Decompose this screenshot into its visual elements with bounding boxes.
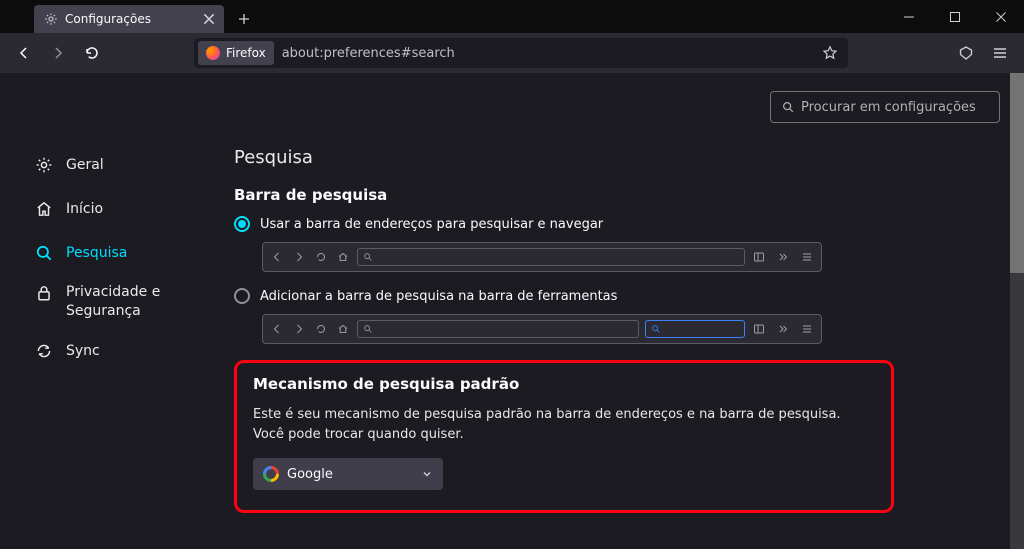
sidebar-item-search[interactable]: Pesquisa [28, 233, 198, 273]
default-engine-desc: Este é seu mecanismo de pesquisa padrão … [253, 405, 853, 444]
sidebar-icon [751, 321, 767, 337]
minimize-button[interactable] [886, 0, 932, 33]
sidebar-item-home[interactable]: Início [28, 189, 198, 229]
nav-toolbar: Firefox about:preferences#search [0, 33, 1024, 73]
urlbar-preview-url [357, 320, 639, 338]
forward-icon [291, 321, 307, 337]
sidebar-item-label: Geral [66, 157, 104, 173]
close-window-button[interactable] [978, 0, 1024, 33]
radio-icon [234, 288, 250, 304]
search-icon [781, 100, 795, 114]
searchbar-preview [262, 314, 822, 344]
radio-label: Usar a barra de endereços para pesquisar… [260, 217, 603, 232]
home-icon [335, 249, 351, 265]
radio-use-urlbar[interactable]: Usar a barra de endereços para pesquisar… [234, 216, 1000, 232]
default-engine-title: Mecanismo de pesquisa padrão [253, 375, 875, 393]
back-icon [269, 249, 285, 265]
default-engine-dropdown[interactable]: Google [253, 458, 443, 490]
pocket-icon[interactable] [950, 37, 982, 69]
url-bar[interactable]: Firefox about:preferences#search [194, 38, 848, 68]
page-title: Pesquisa [234, 147, 1000, 168]
forward-button[interactable] [42, 37, 74, 69]
forward-icon [291, 249, 307, 265]
search-placeholder: Procurar em configurações [801, 100, 976, 115]
identity-label: Firefox [226, 46, 266, 60]
titlebar: Configurações [0, 0, 1024, 33]
gear-icon [44, 12, 58, 26]
sidebar-item-general[interactable]: Geral [28, 145, 198, 185]
new-tab-button[interactable] [230, 5, 258, 33]
radio-label: Adicionar a barra de pesquisa na barra d… [260, 289, 617, 304]
sidebar-item-privacy[interactable]: Privacidade e Segurança [28, 277, 198, 327]
default-engine-section: Mecanismo de pesquisa padrão Este é seu … [234, 360, 894, 513]
gear-icon [34, 155, 54, 175]
home-icon [335, 321, 351, 337]
sidebar-icon [751, 249, 767, 265]
search-icon [363, 252, 373, 262]
menu-button[interactable] [984, 37, 1016, 69]
scrollbar-thumb[interactable] [1010, 73, 1024, 273]
urlbar-preview [262, 242, 822, 272]
search-icon [363, 324, 373, 334]
preferences-main: Procurar em configurações Pesquisa Barra… [210, 73, 1024, 549]
radio-icon [234, 216, 250, 232]
chevron-down-icon [421, 468, 433, 480]
sidebar-item-label: Pesquisa [66, 245, 127, 261]
sidebar-item-label: Início [66, 201, 103, 217]
dropdown-value: Google [287, 467, 333, 482]
chevrons-icon [775, 321, 791, 337]
chevrons-icon [775, 249, 791, 265]
tab-title: Configurações [65, 12, 195, 26]
firefox-logo-icon [206, 46, 220, 60]
maximize-button[interactable] [932, 0, 978, 33]
google-logo-icon [263, 466, 279, 482]
preferences-sidebar: Geral Início Pesquisa Privacidade e Segu… [0, 73, 210, 549]
searchbar-section-title: Barra de pesquisa [234, 186, 1000, 204]
sync-icon [34, 341, 54, 361]
menu-icon [799, 321, 815, 337]
reload-button[interactable] [76, 37, 108, 69]
window-controls [886, 0, 1024, 33]
scrollbar-vertical[interactable] [1010, 73, 1024, 549]
sidebar-item-label: Privacidade e Segurança [66, 283, 160, 321]
radio-add-searchbar[interactable]: Adicionar a barra de pesquisa na barra d… [234, 288, 1000, 304]
lock-icon [34, 283, 54, 303]
sidebar-item-sync[interactable]: Sync [28, 331, 198, 371]
browser-tab[interactable]: Configurações [34, 5, 224, 33]
urlbar-preview-url [357, 248, 745, 266]
search-preferences-input[interactable]: Procurar em configurações [770, 91, 1000, 123]
bookmark-star-icon[interactable] [816, 39, 844, 67]
identity-box[interactable]: Firefox [198, 41, 274, 65]
back-button[interactable] [8, 37, 40, 69]
sidebar-item-label: Sync [66, 343, 100, 359]
reload-icon [313, 249, 329, 265]
search-icon [651, 324, 661, 334]
menu-icon [799, 249, 815, 265]
reload-icon [313, 321, 329, 337]
url-text: about:preferences#search [282, 46, 808, 61]
search-icon [34, 243, 54, 263]
back-icon [269, 321, 285, 337]
searchbar-preview-searchbox [645, 320, 745, 338]
close-tab-icon[interactable] [202, 12, 216, 26]
home-icon [34, 199, 54, 219]
